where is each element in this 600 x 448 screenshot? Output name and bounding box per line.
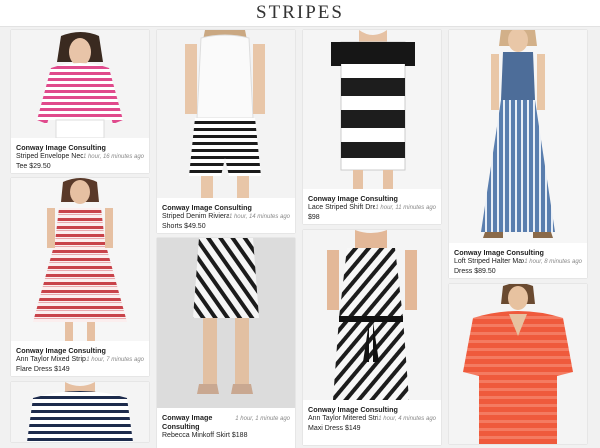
pin-description: Striped Denim Riviera	[162, 213, 229, 220]
pin-image[interactable]	[157, 30, 295, 198]
pin-description: Striped Envelope Neck	[16, 153, 83, 160]
pin-image[interactable]	[303, 30, 441, 189]
pin-author[interactable]: Conway Image Consulting	[16, 346, 144, 355]
pin-author[interactable]: Conway Image Consulting	[162, 203, 290, 212]
pin-timestamp: 1 hour, 8 minutes ago	[524, 259, 582, 265]
pin-author[interactable]: Conway Image Consulting	[308, 194, 436, 203]
pin-image[interactable]	[157, 238, 295, 408]
page-title: STRIPES	[256, 2, 344, 23]
pin-author[interactable]: Conway Image Consulting	[162, 413, 235, 431]
pin-card-lace-shift-dress[interactable]: Conway Image Consulting Lace Striped Shi…	[303, 30, 441, 224]
pin-card-coral-tunic[interactable]	[449, 284, 587, 444]
pin-description: Rebecca Minkoff Skirt $188	[162, 432, 248, 439]
pin-description: Ann Taylor Mixed Stripe	[16, 356, 87, 363]
pin-image[interactable]	[449, 30, 587, 243]
pin-price: Flare Dress $149	[16, 366, 70, 373]
pin-card-rebecca-minkoff-skirt[interactable]: Conway Image Consulting 1 hour, 1 minute…	[157, 238, 295, 448]
pin-card-mitered-stripe-dress[interactable]: Conway Image Consulting Ann Taylor Miter…	[303, 230, 441, 445]
pin-author[interactable]: Conway Image Consulting	[308, 405, 436, 414]
pin-price: Dress $89.50	[454, 268, 496, 275]
pin-description: Lace Striped Shift Dress	[308, 204, 376, 211]
pin-timestamp: 1 hour, 4 minutes ago	[378, 416, 436, 422]
pin-image[interactable]	[11, 382, 149, 442]
pin-description: Ann Taylor Mitered Stripe	[308, 415, 378, 422]
pin-timestamp: 1 hour, 7 minutes ago	[86, 357, 144, 363]
pin-image[interactable]	[303, 230, 441, 400]
pin-timestamp: 1 hour, 14 minutes ago	[228, 214, 290, 220]
pin-card-striped-denim-shorts[interactable]: Conway Image Consulting Striped Denim Ri…	[157, 30, 295, 233]
pin-author[interactable]: Conway Image Consulting	[16, 143, 144, 152]
pin-author[interactable]: Conway Image Consulting	[454, 248, 582, 257]
pin-description: Loft Striped Halter Maxi	[454, 258, 525, 265]
pin-price: Maxi Dress $149	[308, 425, 361, 432]
pin-card-striped-envelope-tee[interactable]: Conway Image Consulting Striped Envelope…	[11, 30, 149, 173]
pin-image[interactable]	[11, 178, 149, 341]
pin-price: $98	[308, 214, 320, 221]
pin-card-mixed-stripe-dress[interactable]: Conway Image Consulting Ann Taylor Mixed…	[11, 178, 149, 376]
pin-image[interactable]	[449, 284, 587, 444]
pin-timestamp: 1 hour, 16 minutes ago	[82, 154, 144, 160]
pin-price: Shorts $49.50	[162, 223, 206, 230]
pin-price: Tee $29.50	[16, 163, 51, 170]
pin-image[interactable]	[11, 30, 149, 138]
pin-card-halter-maxi-dress[interactable]: Conway Image Consulting Loft Striped Hal…	[449, 30, 587, 278]
pin-card-navy-stripe-top[interactable]	[11, 382, 149, 442]
page-header: STRIPES	[0, 0, 600, 27]
pin-timestamp: 1 hour, 11 minutes ago	[375, 205, 436, 211]
pin-timestamp: 1 hour, 1 minute ago	[235, 416, 290, 422]
